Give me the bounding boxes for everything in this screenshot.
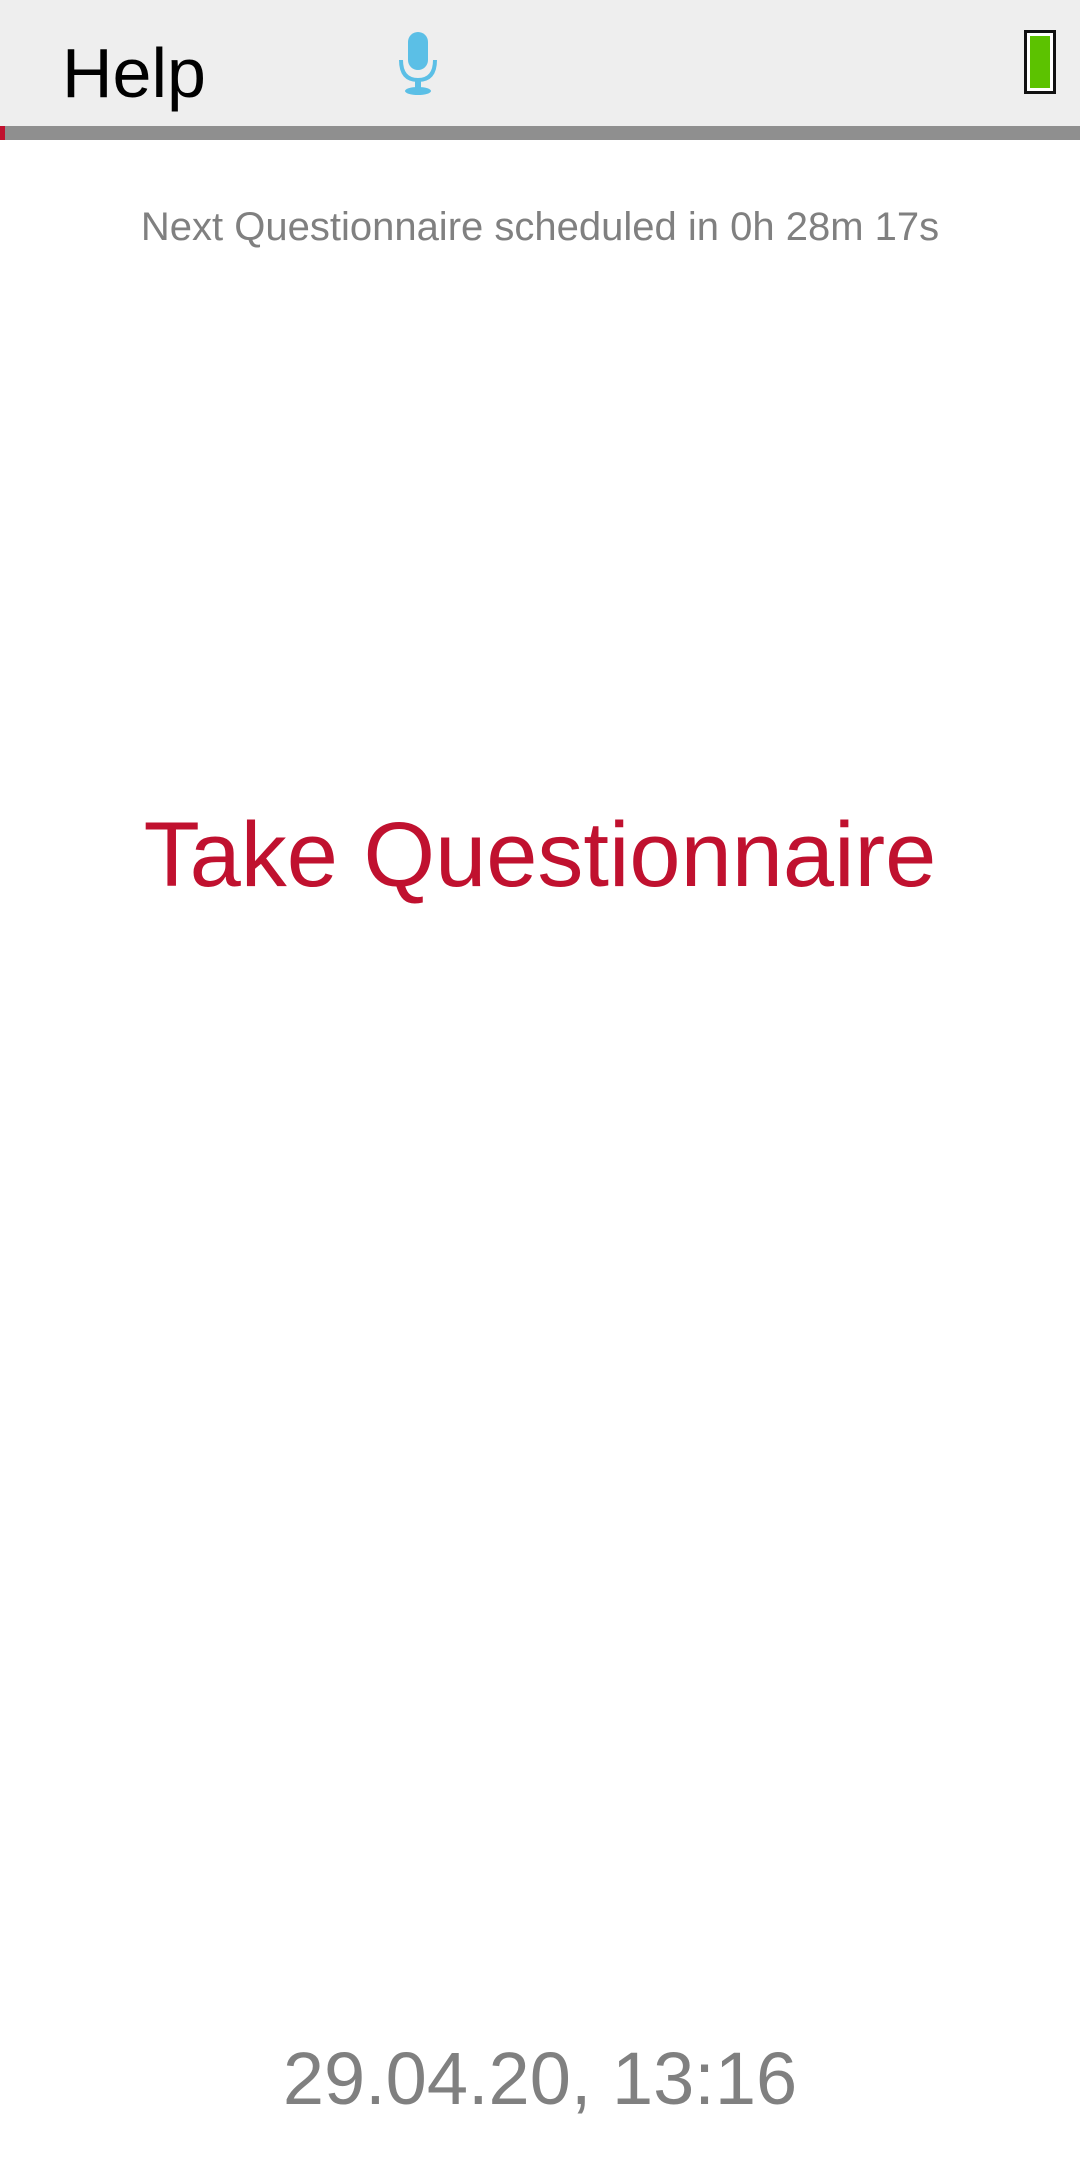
progress-fill: [0, 126, 6, 140]
app-screen: Help Next Questionnaire scheduled in 0h …: [0, 0, 1080, 2160]
current-date-time: 29.04.20, 13:16: [282, 2037, 798, 2120]
battery-icon: [1024, 30, 1056, 94]
battery-level-fill: [1030, 36, 1050, 88]
questionnaire-progress-bar: [0, 126, 1080, 140]
take-questionnaire-button[interactable]: Take Questionnaire: [0, 800, 1080, 910]
help-button[interactable]: Help: [62, 28, 206, 118]
top-bar: Help: [0, 0, 1080, 126]
next-questionnaire-countdown: Next Questionnaire scheduled in 0h 28m 1…: [140, 205, 940, 249]
microphone-icon: [396, 32, 440, 96]
